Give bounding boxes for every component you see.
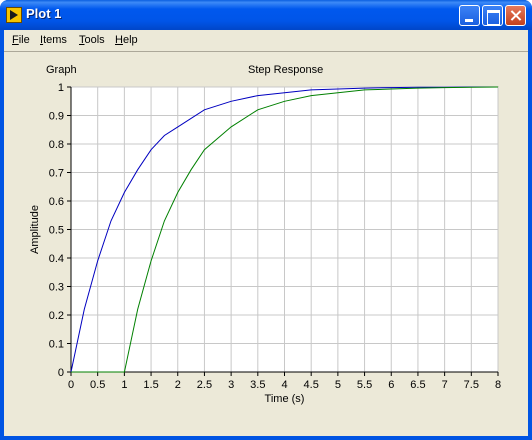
app-window: Plot 1 File Items Tools Help Graph Step …: [0, 0, 532, 440]
x-tick-label: 3: [228, 379, 234, 391]
title-bar[interactable]: Plot 1: [0, 0, 532, 30]
y-tick-label: 0.3: [49, 282, 64, 294]
x-tick-label: 3.5: [250, 379, 265, 391]
x-tick-label: 2.5: [197, 379, 212, 391]
y-tick-label: 0.2: [49, 310, 64, 322]
x-tick-label: 0: [68, 379, 74, 391]
window-title: Plot 1: [26, 6, 62, 21]
y-tick-label: 0.5: [49, 225, 64, 237]
x-ticks: 0 0.5 1 1.5 2 2.5 3 3.5 4 4.5 5 5.5 6 6.5 7 7.5 8: [68, 372, 501, 391]
x-tick-label: 5.5: [357, 379, 372, 391]
y-tick-label: 1: [58, 82, 64, 94]
labview-app-icon: [6, 7, 22, 23]
x-tick-label: 7: [442, 379, 448, 391]
x-tick-label: 4.5: [304, 379, 319, 391]
x-tick-label: 5: [335, 379, 341, 391]
y-axis-label: Amplitude: [29, 205, 41, 254]
x-tick-label: 2: [175, 379, 181, 391]
x-tick-label: 4: [281, 379, 287, 391]
x-tick-label: 0.5: [90, 379, 105, 391]
y-tick-label: 0.8: [49, 139, 64, 151]
window-client-area: File Items Tools Help Graph Step Respons…: [4, 30, 528, 436]
x-tick-label: 1.5: [143, 379, 158, 391]
y-tick-label: 0: [58, 367, 64, 379]
minimize-button[interactable]: [459, 5, 480, 26]
y-tick-label: 0.4: [49, 253, 64, 265]
x-tick-label: 1: [121, 379, 127, 391]
x-tick-label: 6.5: [410, 379, 425, 391]
y-ticks: 0 0.1 0.2 0.3 0.4 0.5 0.6 0.7 0.8 0.9 1: [49, 82, 71, 379]
close-button[interactable]: [505, 5, 526, 26]
x-tick-label: 7.5: [464, 379, 479, 391]
x-tick-label: 6: [388, 379, 394, 391]
x-tick-label: 8: [495, 379, 501, 391]
maximize-button[interactable]: [482, 5, 503, 26]
y-tick-label: 0.9: [49, 111, 64, 123]
step-response-graph[interactable]: 0 0.5 1 1.5 2 2.5 3 3.5 4 4.5 5 5.5 6 6.5 7 7.5 8 0 0.1 0.…: [4, 30, 528, 436]
x-axis-label: Time (s): [265, 393, 305, 405]
y-tick-label: 0.1: [49, 339, 64, 351]
y-tick-label: 0.7: [49, 168, 64, 180]
y-tick-label: 0.6: [49, 196, 64, 208]
